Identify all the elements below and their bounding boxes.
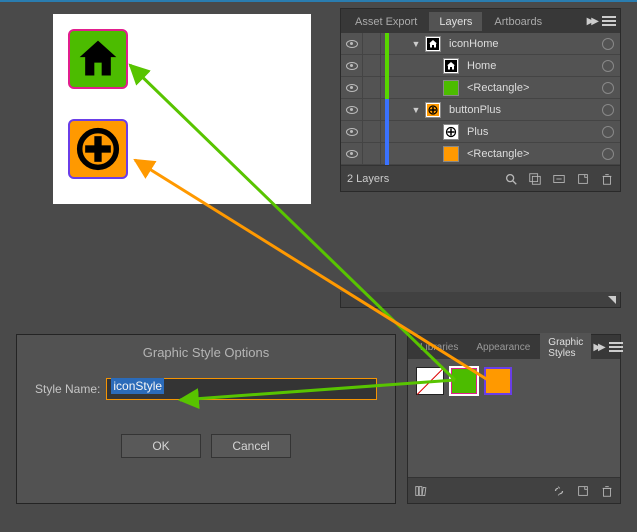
ok-button[interactable]: OK: [121, 434, 201, 458]
layer-name[interactable]: Plus: [463, 126, 598, 138]
visibility-toggle[interactable]: [341, 55, 363, 77]
layer-thumbnail: [443, 58, 459, 74]
dialog-title: Graphic Style Options: [17, 335, 395, 378]
plus-circle-icon: [76, 127, 120, 171]
tab-artboards[interactable]: Artboards: [484, 12, 552, 31]
visibility-toggle[interactable]: [341, 121, 363, 143]
tab-layers[interactable]: Layers: [429, 12, 482, 31]
target-icon[interactable]: [602, 126, 614, 138]
eye-icon: [346, 106, 358, 114]
eye-icon: [346, 40, 358, 48]
visibility-toggle[interactable]: [341, 143, 363, 165]
visibility-toggle[interactable]: [341, 99, 363, 121]
layer-rows: ▼ iconHome Home <Rectangle> ▼ buttonPlus Plus <…: [341, 33, 620, 165]
layer-thumbnail: [443, 124, 459, 140]
delete-layer-icon[interactable]: [600, 172, 614, 186]
tab-appearance[interactable]: Appearance: [468, 338, 538, 356]
layer-color-strip: [385, 33, 389, 55]
layer-name[interactable]: <Rectangle>: [463, 148, 598, 160]
graphic-styles-panel: Libraries Appearance Graphic Styles ▶▶: [407, 334, 621, 504]
layer-row[interactable]: ▼ buttonPlus: [341, 99, 620, 121]
document-canvas[interactable]: [53, 14, 311, 204]
layer-color-strip: [385, 77, 389, 99]
make-clipping-mask-icon[interactable]: [528, 172, 542, 186]
tab-graphic-styles[interactable]: Graphic Styles: [540, 333, 591, 362]
target-icon[interactable]: [602, 148, 614, 160]
collapse-panel-icon[interactable]: ▶▶: [587, 16, 596, 27]
home-icon: [76, 37, 120, 81]
tab-libraries[interactable]: Libraries: [412, 338, 466, 356]
artwork-button-plus[interactable]: [68, 119, 128, 179]
graphic-styles-footer: [408, 477, 620, 503]
collapse-panel-icon[interactable]: ▶▶: [593, 342, 602, 353]
visibility-toggle[interactable]: [341, 33, 363, 55]
layer-color-strip: [385, 55, 389, 77]
create-sublayer-icon[interactable]: [552, 172, 566, 186]
artwork-icon-home[interactable]: [68, 29, 128, 89]
layer-name[interactable]: <Rectangle>: [463, 82, 598, 94]
styles-library-icon[interactable]: [414, 484, 428, 498]
layers-panel: Asset Export Layers Artboards ▶▶ ▼ iconHo…: [340, 8, 621, 192]
graphic-style-options-dialog: Graphic Style Options Style Name: iconSt…: [16, 334, 396, 504]
layer-row[interactable]: <Rectangle>: [341, 77, 620, 99]
layers-panel-tabs: Asset Export Layers Artboards ▶▶: [341, 9, 620, 33]
layer-row[interactable]: Home: [341, 55, 620, 77]
style-name-label: Style Name:: [35, 382, 100, 396]
layer-row[interactable]: <Rectangle>: [341, 143, 620, 165]
layer-row[interactable]: ▼ iconHome: [341, 33, 620, 55]
locate-object-icon[interactable]: [504, 172, 518, 186]
target-icon[interactable]: [602, 38, 614, 50]
eye-icon: [346, 84, 358, 92]
break-link-icon[interactable]: [552, 484, 566, 498]
new-style-icon[interactable]: [576, 484, 590, 498]
layer-thumbnail: [425, 36, 441, 52]
style-swatch-orange[interactable]: [484, 367, 512, 395]
lock-column[interactable]: [367, 77, 381, 99]
disclosure-triangle[interactable]: ▼: [411, 39, 421, 49]
layer-name[interactable]: iconHome: [445, 38, 598, 50]
lock-column[interactable]: [367, 33, 381, 55]
style-swatch-iconstyle[interactable]: [450, 367, 478, 395]
layer-name[interactable]: Home: [463, 60, 598, 72]
cancel-button[interactable]: Cancel: [211, 434, 291, 458]
layer-thumbnail: [425, 102, 441, 118]
new-layer-icon[interactable]: [576, 172, 590, 186]
layer-name[interactable]: buttonPlus: [445, 104, 598, 116]
delete-style-icon[interactable]: [600, 484, 614, 498]
tab-asset-export[interactable]: Asset Export: [345, 12, 427, 31]
style-name-input[interactable]: iconStyle: [106, 378, 377, 400]
panel-menu-icon[interactable]: [609, 342, 623, 352]
lock-column[interactable]: [367, 121, 381, 143]
layers-panel-footer: 2 Layers: [341, 165, 620, 191]
layer-color-strip: [385, 99, 389, 121]
layer-thumbnail: [443, 80, 459, 96]
panel-resize-grip[interactable]: [340, 292, 621, 308]
layer-color-strip: [385, 143, 389, 165]
graphic-styles-tabs: Libraries Appearance Graphic Styles ▶▶: [408, 335, 620, 359]
panel-menu-icon[interactable]: [602, 16, 616, 26]
target-icon[interactable]: [602, 60, 614, 72]
style-swatch-default[interactable]: [416, 367, 444, 395]
lock-column[interactable]: [367, 55, 381, 77]
visibility-toggle[interactable]: [341, 77, 363, 99]
eye-icon: [346, 150, 358, 158]
disclosure-triangle[interactable]: ▼: [411, 105, 421, 115]
target-icon[interactable]: [602, 82, 614, 94]
eye-icon: [346, 128, 358, 136]
layer-row[interactable]: Plus: [341, 121, 620, 143]
eye-icon: [346, 62, 358, 70]
lock-column[interactable]: [367, 99, 381, 121]
target-icon[interactable]: [602, 104, 614, 116]
layers-count: 2 Layers: [347, 173, 494, 185]
lock-column[interactable]: [367, 143, 381, 165]
layer-color-strip: [385, 121, 389, 143]
layer-thumbnail: [443, 146, 459, 162]
